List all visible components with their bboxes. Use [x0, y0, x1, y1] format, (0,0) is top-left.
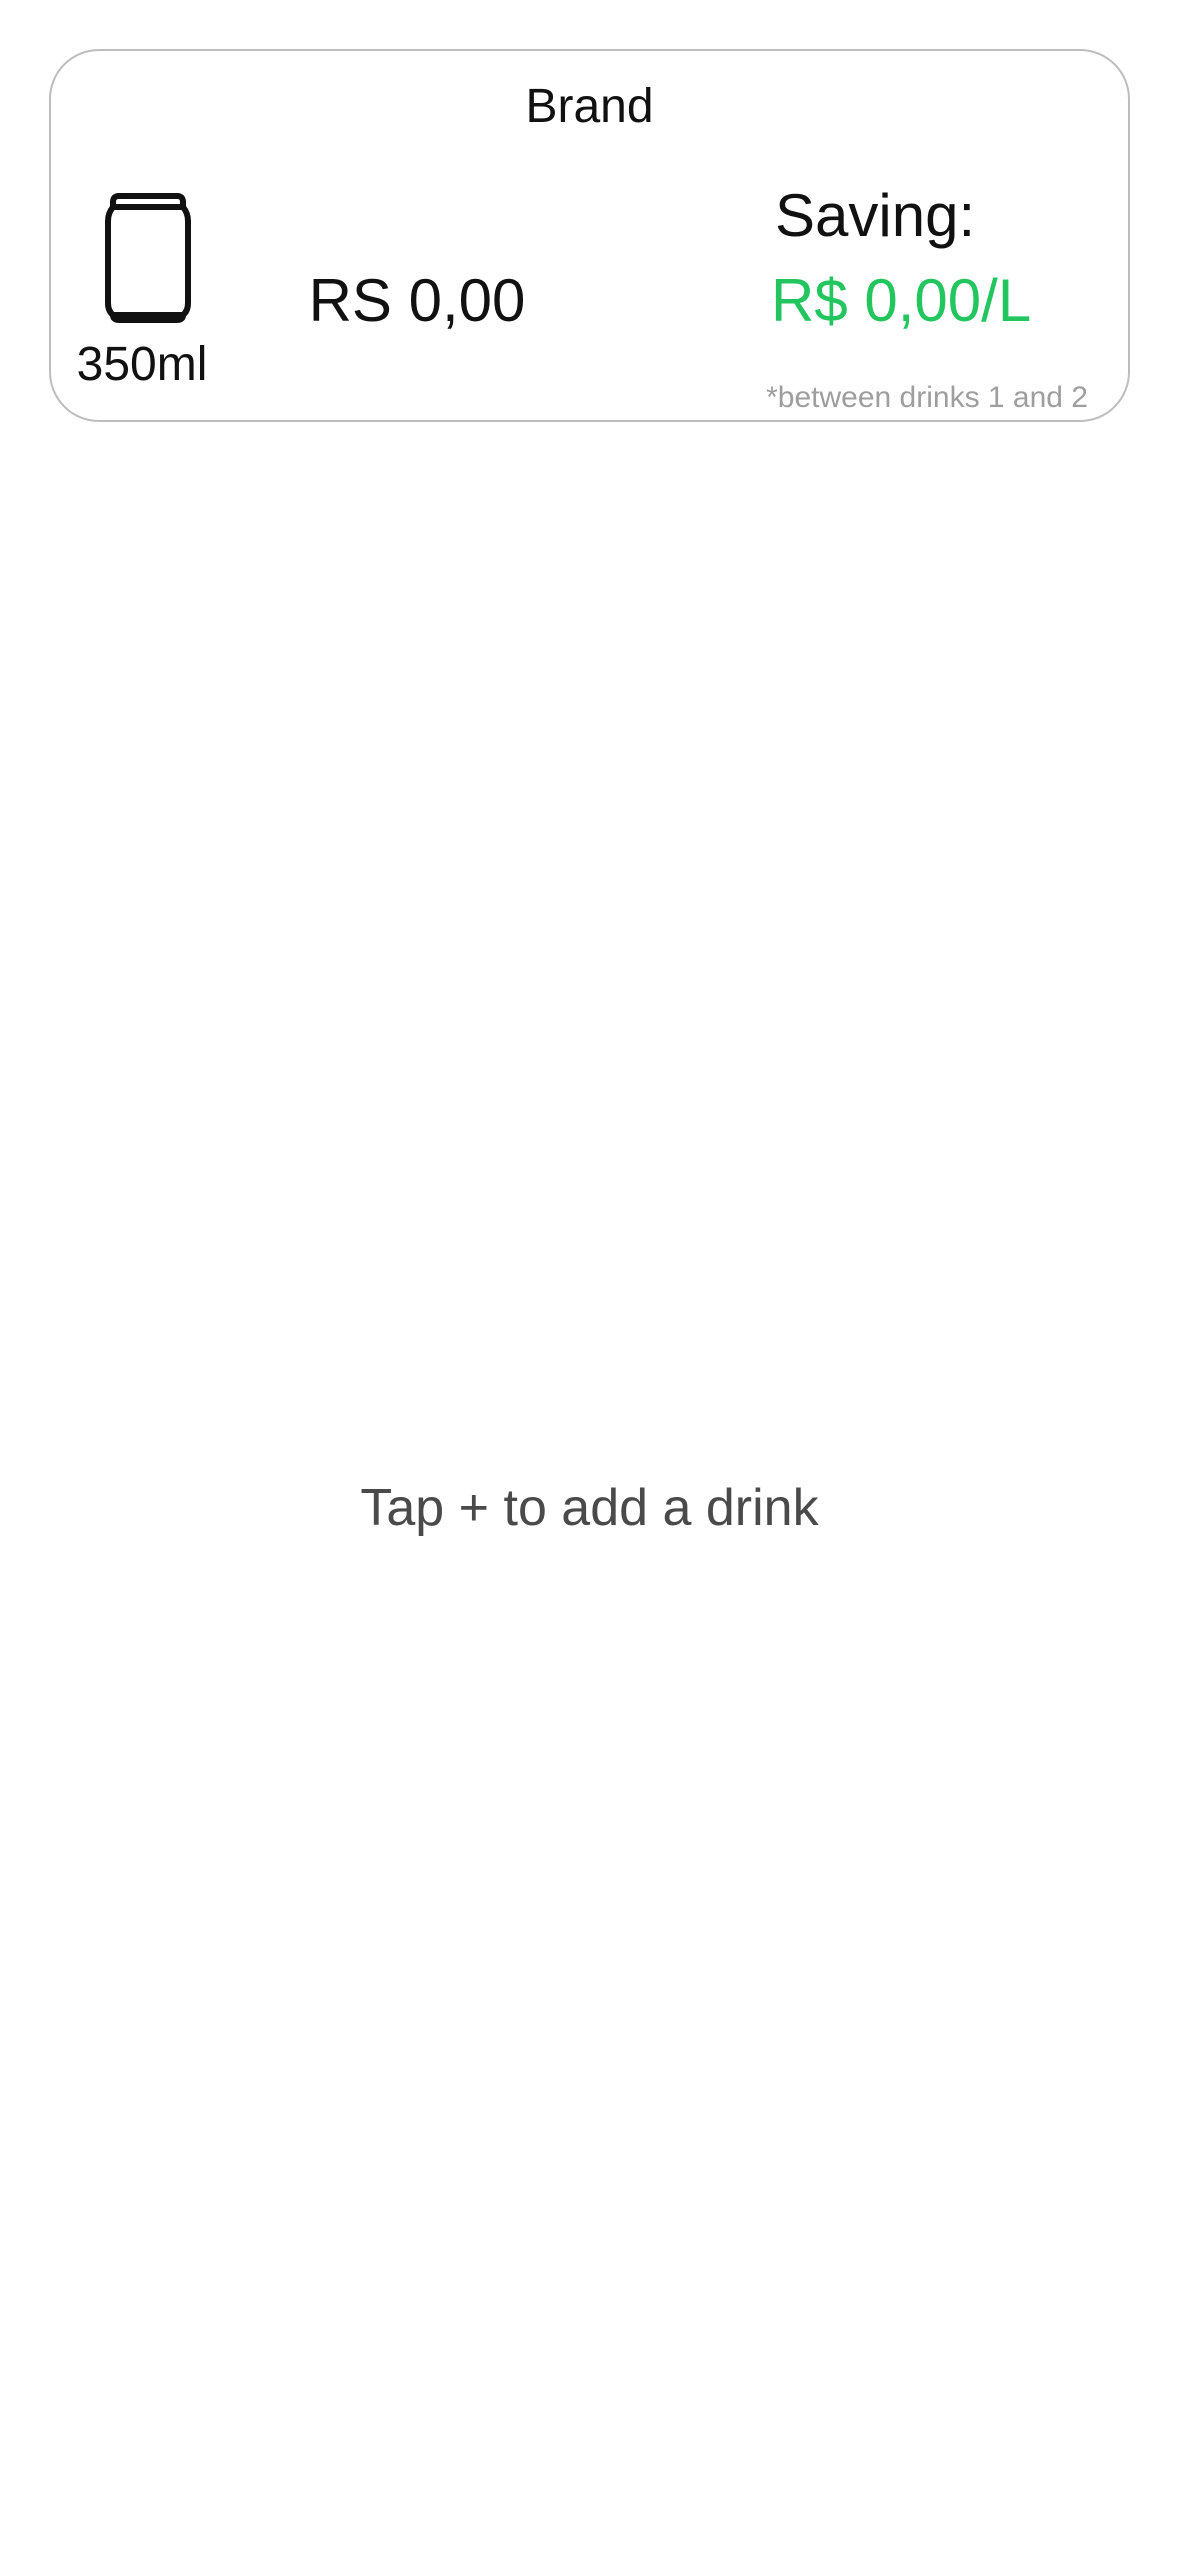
saving-label: Saving:: [775, 182, 976, 249]
drink-comparison-card[interactable]: Brand 350ml RS 0,00 Saving: R$ 0,00/L *b…: [49, 49, 1130, 422]
saving-value: R$ 0,00/L: [771, 267, 1032, 334]
empty-state-hint: Tap + to add a drink: [360, 1479, 819, 1537]
app-screen: Brand 350ml RS 0,00 Saving: R$ 0,00/L *b…: [0, 0, 1179, 2556]
volume-label: 350ml: [76, 338, 208, 391]
saving-footnote: *between drinks 1 and 2: [766, 381, 1088, 414]
price-value: RS 0,00: [308, 267, 526, 334]
brand-label: Brand: [525, 80, 654, 133]
can-icon: [105, 193, 191, 323]
